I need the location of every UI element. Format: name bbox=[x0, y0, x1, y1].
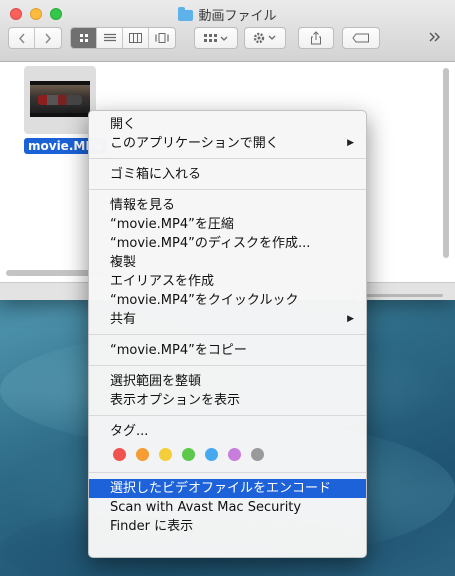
context-menu: 開く このアプリケーションで開く ▶ ゴミ箱に入れる 情報を見る “movie.M… bbox=[88, 110, 367, 558]
menu-item-label: “movie.MP4”のディスクを作成... bbox=[110, 236, 311, 251]
menu-separator bbox=[89, 365, 366, 366]
toolbar bbox=[8, 27, 447, 49]
forward-button[interactable] bbox=[35, 28, 61, 48]
menu-item-open-with[interactable]: このアプリケーションで開く ▶ bbox=[89, 134, 366, 153]
share-button[interactable] bbox=[298, 27, 334, 49]
menu-separator bbox=[89, 158, 366, 159]
menu-item-tags[interactable]: タグ... bbox=[89, 422, 366, 441]
view-mode-switcher bbox=[70, 27, 176, 49]
gear-icon bbox=[253, 32, 276, 44]
menu-item-label: エイリアスを作成 bbox=[110, 274, 215, 289]
menu-separator bbox=[89, 189, 366, 190]
chevron-right-icon bbox=[45, 33, 52, 43]
menu-item-burn-disc[interactable]: “movie.MP4”のディスクを作成... bbox=[89, 234, 366, 253]
menu-item-label: 表示オプションを表示 bbox=[110, 393, 241, 408]
menu-item-encode-video[interactable]: 選択したビデオファイルをエンコード bbox=[89, 479, 366, 498]
tag-color-row bbox=[89, 441, 366, 467]
title-bar: 動画ファイル bbox=[0, 0, 455, 62]
menu-item-compress[interactable]: “movie.MP4”を圧縮 bbox=[89, 215, 366, 234]
back-button[interactable] bbox=[9, 28, 35, 48]
tag-purple[interactable] bbox=[228, 447, 241, 461]
tag-red[interactable] bbox=[113, 447, 126, 461]
arrange-button[interactable] bbox=[194, 27, 238, 49]
file-thumbnail[interactable] bbox=[24, 66, 96, 134]
menu-item-get-info[interactable]: 情報を見る bbox=[89, 196, 366, 215]
menu-item-make-alias[interactable]: エイリアスを作成 bbox=[89, 272, 366, 291]
menu-separator bbox=[89, 415, 366, 416]
window-title: 動画ファイル bbox=[0, 5, 455, 24]
menu-item-duplicate[interactable]: 複製 bbox=[89, 253, 366, 272]
submenu-arrow-icon: ▶ bbox=[347, 138, 354, 148]
cover-flow-icon bbox=[155, 33, 169, 43]
tag-icon bbox=[352, 33, 369, 43]
arrange-grid-icon bbox=[204, 34, 228, 42]
action-button[interactable] bbox=[244, 27, 286, 49]
menu-item-avast-scan[interactable]: Scan with Avast Mac Security bbox=[89, 498, 366, 517]
menu-item-label: 共有 bbox=[110, 312, 137, 327]
menu-item-label: “movie.MP4”を圧縮 bbox=[110, 217, 234, 232]
menu-item-label: 選択したビデオファイルをエンコード bbox=[110, 481, 332, 496]
submenu-arrow-icon: ▶ bbox=[347, 314, 354, 324]
icon-view-button[interactable] bbox=[71, 28, 97, 48]
chevron-double-right-icon bbox=[429, 32, 440, 42]
menu-item-label: “movie.MP4”をコピー bbox=[110, 343, 247, 358]
tag-green[interactable] bbox=[182, 447, 195, 461]
tag-blue[interactable] bbox=[205, 447, 218, 461]
menu-separator bbox=[89, 334, 366, 335]
menu-item-reveal-in-finder[interactable]: Finder に表示 bbox=[89, 517, 366, 536]
menu-item-label: Finder に表示 bbox=[110, 519, 194, 534]
folder-icon bbox=[178, 7, 194, 21]
grid-icon bbox=[79, 34, 88, 42]
menu-item-open[interactable]: 開く bbox=[89, 115, 366, 134]
nav-buttons bbox=[8, 27, 62, 49]
share-icon bbox=[311, 31, 321, 45]
tag-orange[interactable] bbox=[136, 447, 149, 461]
window-title-text: 動画ファイル bbox=[198, 9, 277, 24]
menu-item-label: タグ... bbox=[110, 424, 149, 439]
menu-item-label: 開く bbox=[110, 117, 137, 132]
menu-item-show-view-options[interactable]: 表示オプションを表示 bbox=[89, 391, 366, 410]
menu-item-label: Scan with Avast Mac Security bbox=[110, 500, 302, 515]
video-preview bbox=[30, 81, 90, 117]
menu-separator bbox=[89, 472, 366, 473]
cover-flow-button[interactable] bbox=[149, 28, 175, 48]
menu-item-quick-look[interactable]: “movie.MP4”をクイックルック bbox=[89, 291, 366, 310]
tag-gray[interactable] bbox=[251, 447, 264, 461]
tag-button[interactable] bbox=[342, 27, 380, 49]
menu-item-label: 複製 bbox=[110, 255, 137, 270]
menu-item-label: このアプリケーションで開く bbox=[110, 136, 279, 151]
toolbar-overflow-button[interactable] bbox=[428, 31, 444, 45]
chevron-left-icon bbox=[18, 33, 25, 43]
menu-item-share[interactable]: 共有 ▶ bbox=[89, 310, 366, 329]
menu-item-move-to-trash[interactable]: ゴミ箱に入れる bbox=[89, 165, 366, 184]
icon-size-slider[interactable] bbox=[353, 289, 443, 302]
vertical-scrollbar[interactable] bbox=[443, 68, 449, 258]
menu-item-label: “movie.MP4”をクイックルック bbox=[110, 293, 299, 308]
list-view-button[interactable] bbox=[97, 28, 123, 48]
menu-item-copy[interactable]: “movie.MP4”をコピー bbox=[89, 341, 366, 360]
tag-yellow[interactable] bbox=[159, 447, 172, 461]
list-icon bbox=[103, 33, 116, 42]
menu-item-label: 選択範囲を整頓 bbox=[110, 374, 202, 389]
menu-item-clean-up-selection[interactable]: 選択範囲を整頓 bbox=[89, 372, 366, 391]
menu-item-label: ゴミ箱に入れる bbox=[110, 167, 202, 182]
columns-icon bbox=[129, 33, 142, 43]
menu-item-label: 情報を見る bbox=[110, 198, 176, 213]
column-view-button[interactable] bbox=[123, 28, 149, 48]
